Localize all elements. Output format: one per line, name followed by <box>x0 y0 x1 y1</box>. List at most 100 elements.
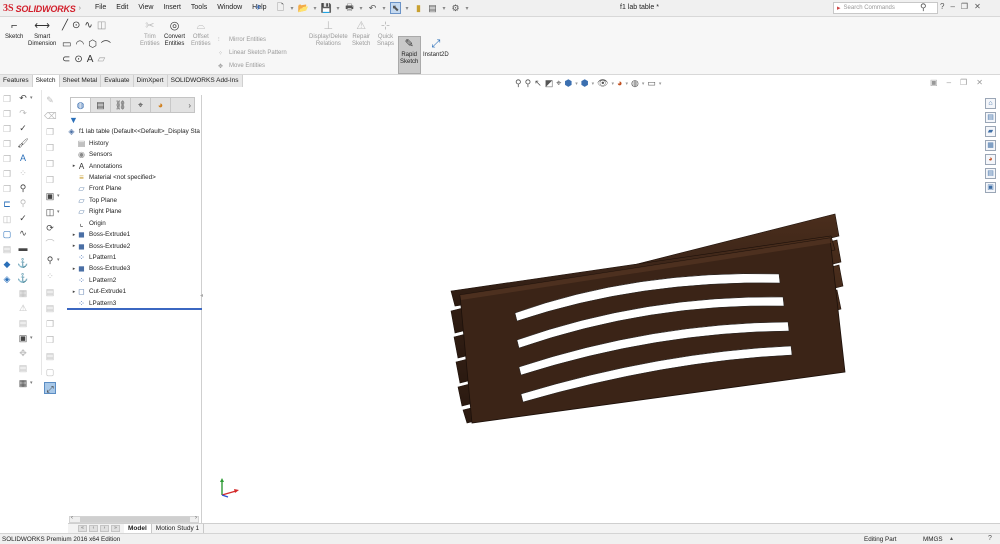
display-delete-relations-button[interactable]: ⊥ Display/Delete Relations <box>309 19 348 48</box>
horizontal-scrollbar[interactable]: ‹ › <box>69 515 199 523</box>
hide-show-items-icon[interactable]: 👁 <box>597 78 608 89</box>
previous-tab-icon[interactable]: ‹ <box>89 525 98 532</box>
curve-icon[interactable]: ◫ <box>1 213 13 225</box>
paste-icon[interactable]: ❐ <box>1 108 13 120</box>
zoom-to-fit-icon[interactable]: ⚲ <box>515 78 522 89</box>
shaded-icon[interactable]: ▤ <box>17 317 29 329</box>
scroll-left-icon[interactable]: ‹ <box>71 515 73 521</box>
mirror-entities-button[interactable]: Mirror Entities <box>229 37 266 43</box>
slot-icon[interactable]: ⊂ <box>62 54 70 65</box>
edit-icon[interactable]: ✎ <box>44 94 56 106</box>
sketch-icon[interactable]: ⊏ <box>1 198 13 210</box>
apply-scene-icon[interactable]: ◍ <box>631 78 639 89</box>
design-library-icon[interactable]: ▤ <box>985 112 996 123</box>
featuremanager-tab-icon[interactable]: ◍ <box>71 98 91 112</box>
format-painter-icon[interactable]: 🖌 <box>17 137 29 149</box>
section-icon[interactable]: ◫ <box>44 206 56 218</box>
new-document-icon[interactable]: 🗋 <box>275 2 286 14</box>
spline-icon[interactable]: ∿ <box>17 227 29 239</box>
tree-item-cut-extrude1[interactable]: ▸ ◻ Cut-Extrude1 <box>67 286 202 297</box>
chevron-down-icon[interactable]: ▾ <box>575 81 578 89</box>
chevron-right-icon[interactable]: › <box>188 101 191 110</box>
restore-viewport-icon[interactable]: ❐ <box>960 78 967 87</box>
chevron-down-icon[interactable]: ▾ <box>57 257 60 263</box>
open-document-icon[interactable]: 📂 <box>298 2 309 14</box>
trim-entities-button[interactable]: ✂ Trim Entities <box>140 19 160 48</box>
solidworks-resources-icon[interactable]: ⌂ <box>985 98 996 109</box>
chevron-down-icon[interactable]: ▾ <box>57 193 60 199</box>
paste-icon[interactable]: ❐ <box>44 334 56 346</box>
custom-properties-icon[interactable]: ▤ <box>985 168 996 179</box>
displaymanager-tab-icon[interactable]: ◕ <box>151 98 171 112</box>
fillet-icon[interactable]: ⌒ <box>101 37 111 52</box>
menu-edit[interactable]: Edit <box>116 4 128 11</box>
line-icon[interactable]: ╱ <box>62 20 68 31</box>
tab-features[interactable]: Features <box>0 75 33 87</box>
chevron-down-icon[interactable]: ▾ <box>335 2 341 14</box>
copy-icon[interactable]: ❐ <box>1 123 13 135</box>
chevron-down-icon[interactable]: ▾ <box>642 81 645 89</box>
grid-icon[interactable]: ⁘ <box>44 270 56 282</box>
menu-file[interactable]: File <box>95 4 106 11</box>
print-icon[interactable]: 🖶 <box>344 2 355 14</box>
menu-tools[interactable]: Tools <box>191 4 207 11</box>
anchor-icon[interactable]: ⚓ <box>17 272 29 284</box>
chevron-down-icon[interactable]: ▾ <box>289 2 295 14</box>
help-icon[interactable]: ? <box>988 535 992 542</box>
tree-item-lpattern1[interactable]: ⁘ LPattern1 <box>67 252 202 263</box>
rapid-sketch-button[interactable]: ✎ Rapid Sketch <box>400 37 418 66</box>
pin-menu-icon[interactable]: ✈ <box>255 3 262 12</box>
tab-dimxpert[interactable]: DimXpert <box>134 75 168 87</box>
tree-item-boss-extrude1[interactable]: ▸ ◼ Boss-Extrude1 <box>67 229 202 240</box>
tree-item-origin[interactable]: ⌞ Origin <box>67 218 202 229</box>
assembly-icon[interactable]: ◆ <box>1 258 13 270</box>
view-settings-icon[interactable]: ▭ <box>647 78 656 89</box>
units-selector[interactable]: MMGS <box>923 536 943 543</box>
propertymanager-tab-icon[interactable]: ▤ <box>91 98 111 112</box>
view-orientation-icon[interactable]: ⬢ <box>564 78 572 89</box>
frame-icon[interactable]: ▢ <box>44 366 56 378</box>
plane-icon[interactable]: ▱ <box>97 54 105 65</box>
first-tab-icon[interactable]: « <box>78 525 87 532</box>
chevron-down-icon[interactable]: ▾ <box>612 81 615 89</box>
sheet-icon[interactable]: ▤ <box>44 302 56 314</box>
zoom-icon[interactable]: ⚲ <box>44 254 56 266</box>
scroll-thumb[interactable] <box>80 517 190 522</box>
section-view-icon[interactable]: ◩ <box>545 78 554 89</box>
panel-splitter-handle[interactable]: ◂ <box>200 292 203 299</box>
spell-check-icon[interactable]: ✓ <box>17 122 29 134</box>
tab-solidworks-add-ins[interactable]: SOLIDWORKS Add-Ins <box>168 75 243 87</box>
zoom-icon[interactable]: ⚲ <box>17 197 29 209</box>
layer-icon[interactable]: ❐ <box>1 183 13 195</box>
chevron-down-icon[interactable]: ▾ <box>464 2 470 14</box>
rectangle-icon[interactable]: ▭ <box>62 39 71 50</box>
help-icon[interactable]: ? <box>940 2 944 11</box>
rebuild-icon[interactable]: ▮ <box>413 2 424 14</box>
instant2d-button[interactable]: ⤢ Instant2D <box>423 37 449 59</box>
tab-model[interactable]: Model <box>124 523 152 534</box>
tree-item-front-plane[interactable]: ▱ Front Plane <box>67 183 202 194</box>
chevron-down-icon[interactable]: ▾ <box>30 380 33 386</box>
dynamic-annotation-icon[interactable]: ⌖ <box>556 78 561 89</box>
chevron-down-icon[interactable]: ▾ <box>659 81 662 89</box>
rebuild-icon[interactable]: ▬ <box>17 242 29 254</box>
chevron-down-icon[interactable]: ▾ <box>404 2 410 14</box>
text-icon[interactable]: A <box>87 54 94 65</box>
menu-view[interactable]: View <box>138 4 153 11</box>
font-icon[interactable]: A <box>17 152 29 164</box>
sketch-grid-icon[interactable]: ▦ <box>17 287 29 299</box>
tab-evaluate[interactable]: Evaluate <box>101 75 134 87</box>
undo-icon[interactable]: ↶ <box>17 92 29 104</box>
solidworks-forum-icon[interactable]: ▣ <box>985 182 996 193</box>
chevron-down-icon[interactable]: ▾ <box>30 95 33 101</box>
menu-window[interactable]: Window <box>217 4 242 11</box>
file-explorer-icon[interactable]: ▰ <box>985 126 996 137</box>
tree-item-history[interactable]: ▤ History <box>67 137 202 148</box>
grid-dots-icon[interactable]: ⁘ <box>17 167 29 179</box>
undo-icon[interactable]: ↶ <box>367 2 378 14</box>
polygon-icon[interactable]: ⬡ <box>88 39 97 50</box>
filter-icon[interactable]: ▼ <box>69 115 78 125</box>
menu-insert[interactable]: Insert <box>163 4 181 11</box>
last-tab-icon[interactable]: » <box>111 525 120 532</box>
tree-item-boss-extrude2[interactable]: ▸ ◼ Boss-Extrude2 <box>67 240 202 251</box>
